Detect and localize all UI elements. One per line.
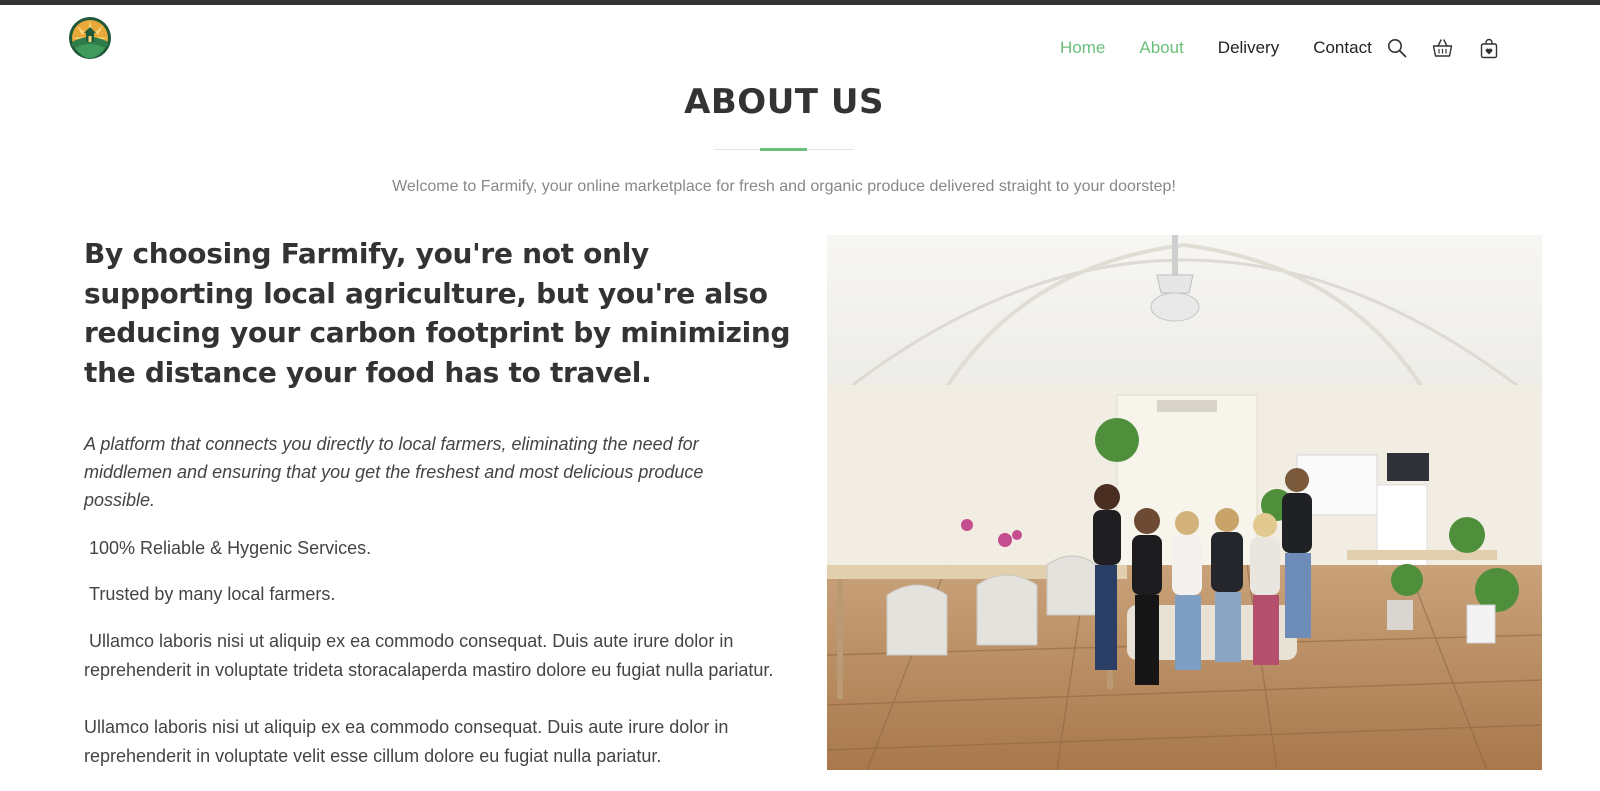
site-header: Home About Delivery Contact [0,5,1600,79]
title-divider-accent [760,148,807,151]
about-content: By choosing Farmify, you're not only sup… [84,234,804,771]
main-nav: Home About Delivery Contact [1060,35,1500,61]
shopping-bag-icon[interactable] [1478,37,1500,59]
nav-link-about[interactable]: About [1139,38,1183,58]
nav-link-contact[interactable]: Contact [1313,38,1372,58]
search-icon[interactable] [1386,37,1408,59]
farm-sun-logo-icon[interactable] [68,16,112,60]
about-headline: By choosing Farmify, you're not only sup… [84,237,791,389]
page-title: ABOUT US [684,82,884,122]
body-paragraph: Ullamco laboris nisi ut aliquip ex ea co… [84,631,774,680]
body-paragraph: Ullamco laboris nisi ut aliquip ex ea co… [84,717,729,766]
basket-icon[interactable] [1432,37,1454,59]
about-lead: A platform that connects you directly to… [84,434,704,510]
nav-link-home[interactable]: Home [1060,38,1105,58]
intro-text: Welcome to Farmify, your online marketpl… [392,178,1176,195]
team-photo [827,235,1542,770]
feature-item: Trusted by many local farmers. [89,584,336,604]
nav-link-delivery[interactable]: Delivery [1218,38,1279,58]
feature-item: 100% Reliable & Hygenic Services. [89,538,372,558]
